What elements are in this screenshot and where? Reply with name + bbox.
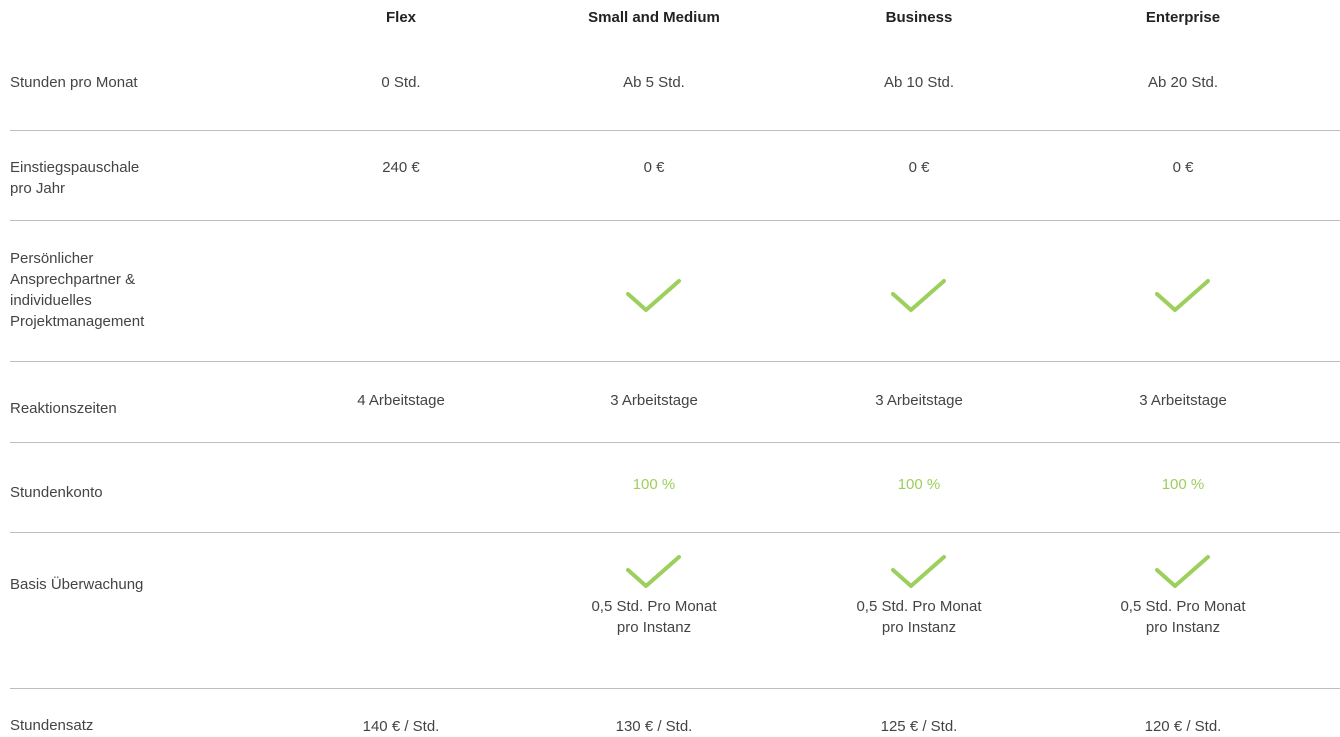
row-label: Persönlicher Ansprechpartner & individue… <box>10 248 200 332</box>
cell-business: 0 € <box>908 159 930 176</box>
cell-enterprise: 0 € <box>1172 159 1194 176</box>
checkmark-icon <box>891 555 946 588</box>
cell-small-medium: 0 € <box>643 159 665 176</box>
plan-header-small-medium: Small and Medium <box>588 9 720 26</box>
cell-business: Ab 10 Std. <box>883 74 955 91</box>
row-label-line: pro Jahr <box>10 180 66 197</box>
row-divider <box>10 130 1340 131</box>
cell-flex: 0 Std. <box>381 74 421 91</box>
cell-enterprise: Ab 20 Std. <box>1147 74 1219 91</box>
row-label-line: Projektmanagement <box>10 313 145 330</box>
cell-flex: 240 € <box>382 159 420 176</box>
plan-header-business: Business <box>885 9 953 26</box>
cell-flex: 140 € / Std. <box>362 718 440 735</box>
row-label-line: Ansprechpartner & <box>10 271 136 288</box>
row-label: Stundenkonto <box>10 484 103 501</box>
cell-small-medium: 130 € / Std. <box>615 718 693 735</box>
cell-small-medium: Ab 5 Std. <box>623 74 685 91</box>
row-label: Einstiegspauschale pro Jahr <box>10 157 200 199</box>
plan-header-flex: Flex <box>385 9 416 26</box>
cell-business: 100 % <box>897 476 941 493</box>
row-divider <box>10 361 1340 362</box>
cell-small-medium: 0,5 Std. Pro Monat pro Instanz <box>529 554 779 638</box>
checkmark-icon <box>626 279 681 312</box>
checkmark-icon <box>891 279 946 312</box>
row-label: Stundensatz <box>10 717 94 734</box>
cell-flex: 4 Arbeitstage <box>357 392 445 409</box>
monitoring-note-line: 0,5 Std. Pro Monat <box>1120 598 1246 615</box>
row-divider <box>10 220 1340 221</box>
cell-business: 125 € / Std. <box>880 718 958 735</box>
checkmark-icon <box>1155 279 1210 312</box>
monitoring-note-line: pro Instanz <box>881 619 957 636</box>
cell-enterprise <box>1058 278 1308 314</box>
cell-small-medium <box>529 278 779 314</box>
checkmark-icon <box>1155 555 1210 588</box>
row-divider <box>10 688 1340 689</box>
row-label-line: Persönlicher <box>10 250 94 267</box>
row-label: Basis Überwachung <box>10 576 144 593</box>
row-divider <box>10 532 1340 533</box>
monitoring-note-line: 0,5 Std. Pro Monat <box>856 598 982 615</box>
checkmark-icon <box>626 555 681 588</box>
cell-business <box>794 278 1044 314</box>
cell-business: 3 Arbeitstage <box>875 392 963 409</box>
cell-enterprise: 3 Arbeitstage <box>1139 392 1227 409</box>
monitoring-note-line: 0,5 Std. Pro Monat <box>591 598 717 615</box>
cell-enterprise: 120 € / Std. <box>1144 718 1222 735</box>
cell-business: 0,5 Std. Pro Monat pro Instanz <box>794 554 1044 638</box>
cell-small-medium: 3 Arbeitstage <box>610 392 698 409</box>
row-label-line: individuelles <box>10 292 92 309</box>
cell-small-medium: 100 % <box>632 476 676 493</box>
cell-enterprise: 0,5 Std. Pro Monat pro Instanz <box>1058 554 1308 638</box>
row-label-line: Einstiegspauschale <box>10 159 140 176</box>
cell-enterprise: 100 % <box>1161 476 1205 493</box>
row-divider <box>10 442 1340 443</box>
plan-header-enterprise: Enterprise <box>1145 9 1221 26</box>
monitoring-note-line: pro Instanz <box>1145 619 1221 636</box>
monitoring-note-line: pro Instanz <box>616 619 692 636</box>
row-label: Reaktionszeiten <box>10 400 117 417</box>
row-label: Stunden pro Monat <box>10 74 138 91</box>
